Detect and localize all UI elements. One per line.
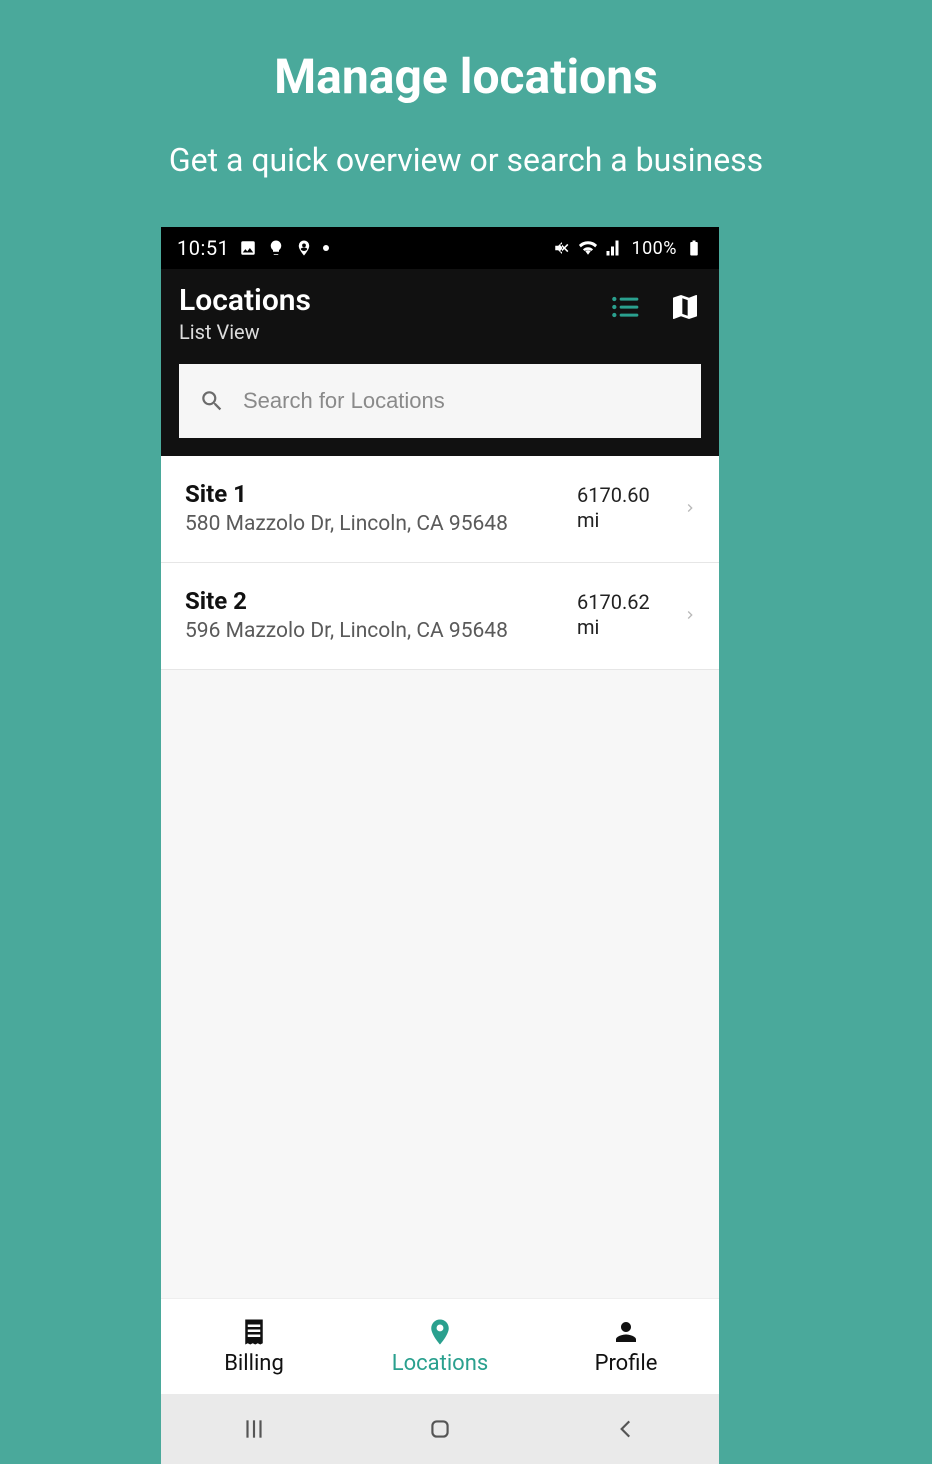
status-time: 10:51: [177, 236, 229, 260]
search-field[interactable]: [179, 364, 701, 438]
wifi-icon: [579, 239, 597, 257]
page-title: Locations: [179, 283, 311, 318]
promo-subtitle: Get a quick overview or search a busines…: [0, 141, 932, 179]
chevron-right-icon: [679, 607, 701, 623]
tab-label: Billing: [224, 1351, 284, 1376]
phone-frame: 10:51 100%: [161, 227, 719, 1464]
tab-billing[interactable]: Billing: [161, 1299, 347, 1394]
map-view-icon[interactable]: [669, 291, 701, 323]
locations-list: Site 1 580 Mazzolo Dr, Lincoln, CA 95648…: [161, 456, 719, 670]
person-icon: [611, 1317, 641, 1347]
tab-profile[interactable]: Profile: [533, 1299, 719, 1394]
page-subtitle: List View: [179, 320, 311, 344]
more-dot-icon: [323, 245, 329, 251]
image-icon: [239, 239, 257, 257]
location-pin-icon: [425, 1317, 455, 1347]
receipt-icon: [239, 1317, 269, 1347]
location-row[interactable]: Site 1 580 Mazzolo Dr, Lincoln, CA 95648…: [161, 456, 719, 563]
location-name: Site 2: [185, 587, 565, 615]
tab-locations[interactable]: Locations: [347, 1299, 533, 1394]
location-distance: 6170.60 mi: [577, 483, 667, 533]
back-button[interactable]: [612, 1415, 640, 1443]
mute-icon: [553, 239, 571, 257]
search-icon: [199, 388, 225, 414]
location-name: Site 1: [185, 480, 565, 508]
recents-button[interactable]: [240, 1415, 268, 1443]
chevron-right-icon: [679, 500, 701, 516]
tab-label: Locations: [392, 1351, 488, 1376]
location-row[interactable]: Site 2 596 Mazzolo Dr, Lincoln, CA 95648…: [161, 563, 719, 670]
bulb-icon: [267, 239, 285, 257]
bottom-tabs: Billing Locations Profile: [161, 1298, 719, 1394]
app-bar: Locations List View: [161, 269, 719, 456]
search-input[interactable]: [243, 388, 681, 414]
person-pin-icon: [295, 239, 313, 257]
battery-percent: 100%: [631, 238, 677, 259]
location-address: 596 Mazzolo Dr, Lincoln, CA 95648: [185, 619, 565, 643]
list-view-icon[interactable]: [609, 291, 641, 323]
home-button[interactable]: [426, 1415, 454, 1443]
tab-label: Profile: [595, 1351, 658, 1376]
promo-title: Manage locations: [0, 0, 932, 105]
battery-icon: [685, 239, 703, 257]
empty-area: [161, 670, 719, 1298]
location-distance: 6170.62 mi: [577, 590, 667, 640]
signal-icon: [605, 239, 623, 257]
location-address: 580 Mazzolo Dr, Lincoln, CA 95648: [185, 512, 565, 536]
status-bar: 10:51 100%: [161, 227, 719, 269]
android-nav-bar: [161, 1394, 719, 1464]
